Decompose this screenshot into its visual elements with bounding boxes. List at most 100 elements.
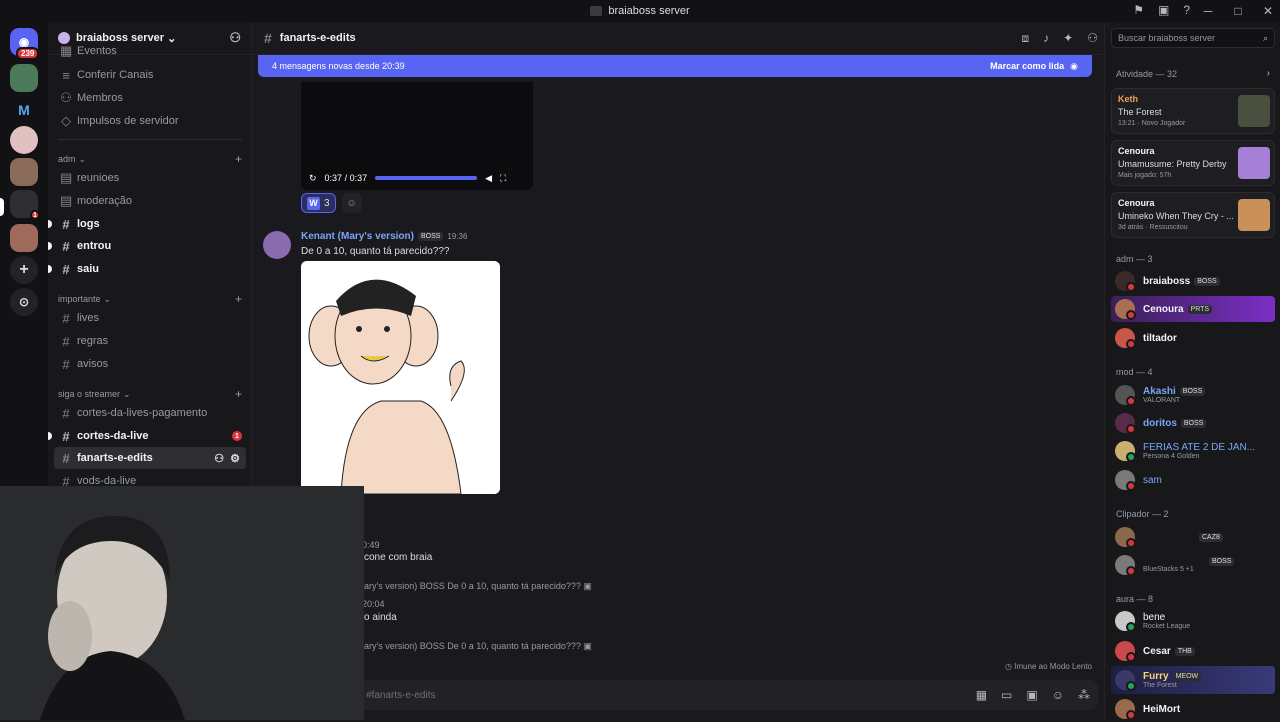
mark-as-read-button[interactable]: Marcar como lida [990,61,1064,71]
message-input[interactable]: #fanarts-e-edits ▦ ▭ ▣ ☺ ⁂ [358,680,1098,710]
channel-label: logs [77,218,100,230]
channel-saiu[interactable]: # saiu [48,258,246,280]
channel-membros[interactable]: ⚇ Membros [54,87,246,109]
category-adm[interactable]: adm ⌄ + [58,151,242,167]
threads-icon[interactable]: ⧈ [1022,31,1030,46]
new-messages-banner[interactable]: 4 mensagens novas desde 20:39 Marcar com… [258,55,1092,77]
member-item[interactable]: Akashi BOSS VALORANT [1111,382,1275,408]
member-item[interactable]: Cesar THB [1111,638,1275,664]
close-button[interactable]: ✕ [1260,4,1276,18]
channel-lives[interactable]: # lives [54,307,246,329]
channel-cortes-da-live[interactable]: # cortes-da-live 1 [48,425,246,447]
reply-preview[interactable]: ary's version) BOSS De 0 a 10, quanto tá… [364,581,592,592]
dm-home-button[interactable]: ◉ 239 [10,28,40,60]
member-item[interactable]: braiaboss BOSS [1111,268,1275,294]
server-icon[interactable] [10,126,38,154]
video-progress-bar[interactable] [375,176,478,180]
sticker-icon[interactable]: ▣ [1026,688,1037,702]
add-channel-icon[interactable]: + [235,387,242,401]
member-name: sam [1143,474,1162,486]
fullscreen-icon[interactable]: ⛶ [500,173,506,184]
server-icon-m[interactable]: M [10,96,38,124]
bell-icon[interactable]: ♪ [1043,31,1049,46]
channel-entrou[interactable]: # entrou [48,235,246,257]
member-item[interactable]: HeiMort [1111,696,1275,722]
channel-fanarts-e-edits[interactable]: # fanarts-e-edits ⚇ ⚙ [54,447,246,469]
discover-icon[interactable]: ⊙ [10,288,38,316]
member-item[interactable]: Furry MEOW The Forest [1111,666,1275,694]
replay-icon[interactable]: ↻ [309,173,317,184]
search-icon: ⌕ [1262,32,1268,43]
message-timestamp: 20:04 [362,599,385,609]
minimize-button[interactable]: ─ [1200,4,1216,18]
channel-label: saiu [77,263,100,275]
search-input[interactable]: Buscar braiaboss server ⌕ [1111,28,1275,48]
flag-icon[interactable]: ⚑ [1133,3,1144,17]
group-title: aura — 8 [1116,594,1154,604]
activity-meta: 13:21 · Novo Jogador [1118,120,1186,127]
channel-conferir-canais[interactable]: ≡ Conferir Canais [54,64,246,86]
member-item[interactable]: FERIAS ATE 2 DE JAN... Persona 4 Golden [1111,438,1275,464]
activity-card[interactable]: Cenoura Umineko When They Cry - ... 3d a… [1111,192,1275,238]
member-status: Persona 4 Golden [1143,453,1200,460]
channel-label: avisos [77,358,109,370]
attachment-image[interactable] [301,261,500,494]
category-importante[interactable]: importante ⌄ + [58,291,242,307]
member-item[interactable]: sam [1111,467,1275,493]
member-item[interactable]: BOSS BlueStacks 5 +1 [1111,552,1275,578]
channel-regras[interactable]: # regras [54,330,246,352]
chevron-right-icon[interactable]: › [1267,68,1270,79]
video-player[interactable]: ↻ 0:37 / 0:37 ◀ ⛶ [301,82,533,190]
emoji-icon[interactable]: ☺ [1052,688,1064,702]
unread-indicator [48,220,52,228]
avatar [1115,271,1136,292]
server-icon-braiaboss[interactable]: 1 [10,190,40,220]
member-item[interactable]: CAZ8 [1111,524,1275,550]
add-channel-icon[interactable]: + [235,152,242,166]
member-sidebar: Buscar braiaboss server ⌕ Atividade — 32… [1104,22,1280,720]
member-list-icon[interactable]: ⚇ [1087,31,1098,46]
channel-cortes-da-lives-pagamento[interactable]: # cortes-da-lives-pagamento [54,402,246,424]
member-item[interactable]: Cenoura PRTS [1111,296,1275,322]
server-icon[interactable] [10,158,38,186]
gift-icon[interactable]: ▦ [976,688,987,702]
member-item[interactable]: doritos BOSS [1111,410,1275,436]
help-icon[interactable]: ? [1183,3,1190,17]
channel-eventos[interactable]: ▦ Eventos [54,44,246,58]
reaction-button[interactable]: W 3 [301,193,336,213]
channel-label: Membros [77,92,123,104]
pin-icon[interactable]: ✦ [1063,31,1073,46]
forum-icon: ▤ [60,170,73,185]
add-server-button[interactable]: + [10,256,38,284]
add-channel-icon[interactable]: + [235,292,242,306]
apps-icon[interactable]: ⁂ [1078,688,1090,702]
member-tag: THB [1174,646,1195,656]
channel-logs[interactable]: # logs [48,213,246,235]
activity-card[interactable]: Keth The Forest 13:21 · Novo Jogador [1111,88,1275,134]
activity-card[interactable]: Cenoura Umamusume: Pretty Derby Mais jog… [1111,140,1275,186]
channel-reunioes[interactable]: ▤ reunioes [54,167,246,189]
server-icon[interactable] [10,64,38,92]
gear-icon[interactable]: ⚙ [230,452,240,465]
member-item[interactable]: tiltador [1111,325,1275,351]
maximize-button[interactable]: □ [1230,4,1246,18]
member-name: doritos [1143,417,1177,429]
server-icon[interactable] [10,224,38,252]
channel-impulsos[interactable]: ◇ Impulsos de servidor [54,110,246,132]
activity-title-text: Umineko When They Cry - ... [1118,211,1234,221]
message-text: De 0 a 10, quanto tá parecido??? [301,246,450,257]
volume-icon[interactable]: ◀ [485,173,492,184]
add-reaction-button[interactable]: ☺ [341,193,362,213]
invite-icon[interactable]: ⚇ [214,452,224,465]
hash-icon: # [62,428,70,444]
channel-avisos[interactable]: # avisos [54,353,246,375]
avatar[interactable] [263,231,291,259]
channel-label: entrou [77,240,112,252]
gif-icon[interactable]: ▭ [1001,688,1012,702]
inbox-icon[interactable]: ▣ [1158,3,1169,17]
reply-preview[interactable]: ary's version) BOSS De 0 a 10, quanto tá… [364,641,592,652]
member-item[interactable]: bene Rocket League [1111,608,1275,634]
category-siga-o-streamer[interactable]: siga o streamer ⌄ + [58,386,242,402]
author-name[interactable]: Kenant (Mary's version) [301,231,414,242]
channel-moderacao[interactable]: ▤ moderação [54,190,246,212]
